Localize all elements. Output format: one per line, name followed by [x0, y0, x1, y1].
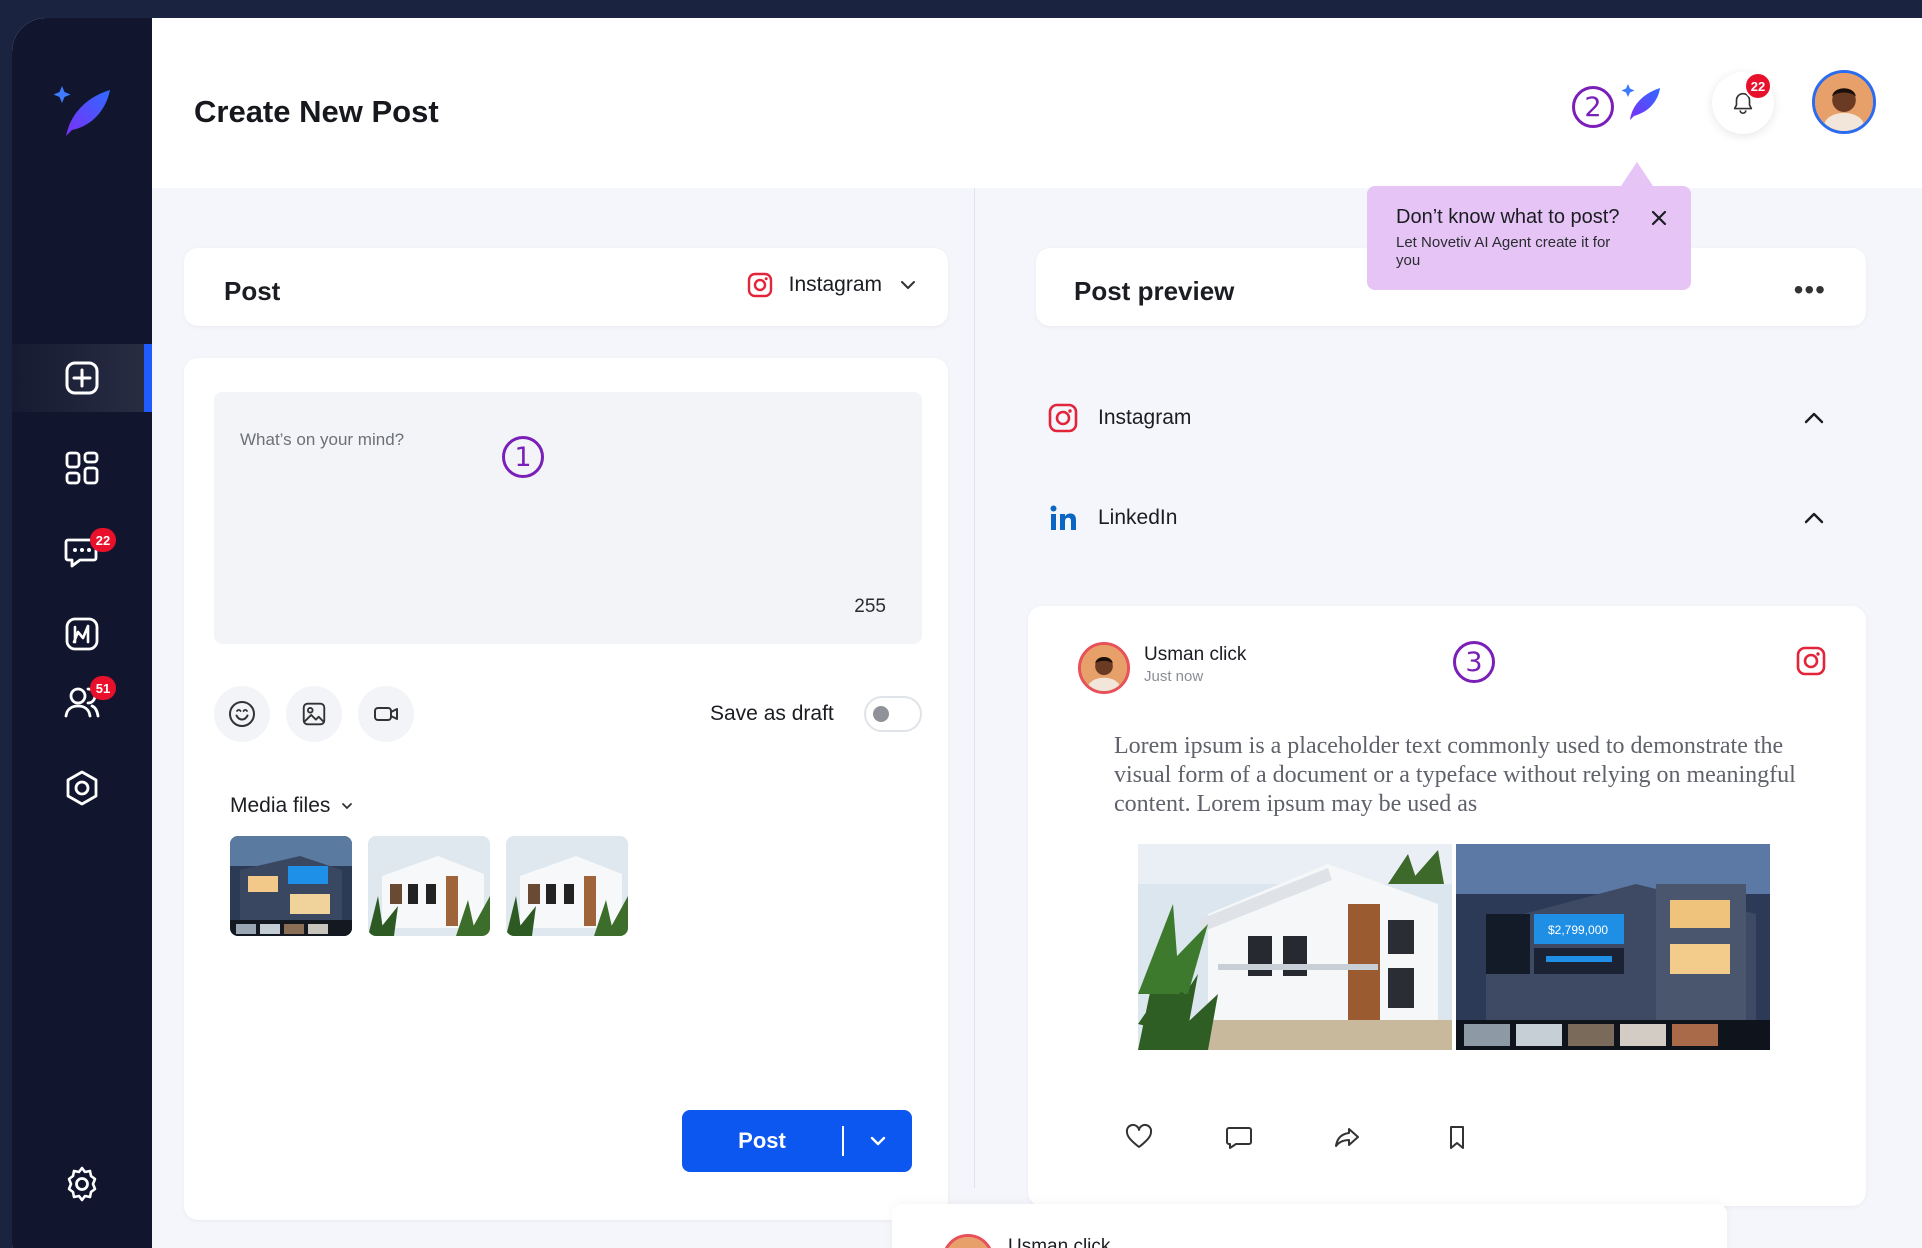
app-window: 22 51 Create New Post 2 22 Post Instagra… — [12, 18, 1922, 1248]
sidebar-item-automation[interactable] — [12, 754, 152, 822]
emoji-icon — [229, 701, 255, 727]
bookmark-icon[interactable] — [1442, 1122, 1472, 1152]
preview-platform-label: LinkedIn — [1098, 506, 1178, 529]
preview-platform-instagram[interactable]: Instagram — [1036, 388, 1866, 448]
preview-avatar — [942, 1234, 994, 1248]
instagram-icon — [1796, 646, 1826, 676]
preview-username: Usman click — [1144, 644, 1247, 665]
ai-agent-tooltip: Don’t know what to post? Let Novetiv AI … — [1367, 162, 1691, 290]
linkedin-icon — [1050, 505, 1076, 530]
sidebar-item-messages[interactable]: 22 — [12, 518, 152, 586]
emoji-button[interactable] — [214, 686, 270, 742]
sidebar-item-create-post[interactable] — [12, 344, 152, 412]
preview-image[interactable] — [1138, 844, 1452, 1050]
save-draft-toggle[interactable] — [864, 696, 922, 732]
preview-post-text: Lorem ipsum is a placeholder text common… — [1114, 733, 1796, 817]
comment-icon[interactable] — [1224, 1122, 1254, 1152]
sidebar-item-settings[interactable] — [12, 1150, 152, 1218]
preview-title: Post preview — [1074, 276, 1235, 306]
annotation-marker-3: 3 — [1453, 641, 1495, 683]
preview-avatar — [1078, 642, 1130, 694]
main-content: Post Instagram What’s on your mind? 255 … — [152, 188, 1922, 1248]
ai-feather-icon — [1621, 84, 1660, 120]
post-options-button[interactable] — [844, 1131, 912, 1151]
settings-icon — [67, 1166, 97, 1202]
sidebar-item-dashboard[interactable] — [12, 434, 152, 502]
preview-platform-label: Instagram — [1098, 406, 1192, 429]
post-text-input[interactable]: What’s on your mind? 255 — [214, 392, 922, 644]
video-icon — [374, 707, 398, 721]
preview-image[interactable]: $2,799,000 — [1456, 844, 1770, 1050]
chevron-up-icon — [1804, 512, 1824, 524]
video-upload-button[interactable] — [358, 686, 414, 742]
annotation-marker-1: 1 — [502, 436, 544, 478]
platform-dropdown-label: Instagram — [788, 273, 882, 296]
users-badge: 51 — [90, 676, 116, 700]
composer-header: Post Instagram — [184, 248, 948, 326]
chevron-down-icon — [870, 1136, 886, 1146]
sidebar: 22 51 — [12, 18, 152, 1248]
save-draft-label: Save as draft — [710, 702, 834, 725]
chevron-up-icon — [1804, 412, 1824, 424]
like-icon[interactable] — [1124, 1122, 1154, 1152]
logo-icon[interactable] — [50, 76, 120, 146]
char-count: 255 — [854, 596, 886, 617]
tooltip-title: Don’t know what to post? — [1396, 206, 1620, 228]
media-files-label: Media files — [230, 794, 331, 817]
media-thumbnail[interactable] — [230, 836, 352, 936]
annotation-marker-2: 2 — [1572, 86, 1614, 128]
grid-icon — [65, 451, 99, 485]
instagram-icon — [747, 272, 772, 298]
image-icon — [302, 702, 326, 726]
post-preview-card: Usman click Just now 3 Lorem ipsum is a … — [1028, 606, 1866, 1206]
preview-timestamp: Just now — [1144, 668, 1204, 685]
chevron-down-icon — [342, 803, 353, 810]
notifications-button[interactable]: 22 — [1712, 72, 1774, 134]
sidebar-item-users[interactable]: 51 — [12, 668, 152, 736]
plus-square-icon — [65, 361, 99, 395]
image-upload-button[interactable] — [286, 686, 342, 742]
post-button-label: Post — [738, 1128, 786, 1153]
header: Create New Post 2 22 — [152, 18, 1922, 188]
chart-icon — [65, 617, 99, 651]
chevron-down-icon — [901, 281, 915, 289]
tooltip-body: Let Novetiv AI Agent create it for you — [1396, 234, 1611, 269]
page-title: Create New Post — [194, 94, 439, 129]
post-button[interactable]: Post — [682, 1110, 912, 1172]
user-avatar[interactable] — [1812, 70, 1876, 134]
share-icon[interactable] — [1332, 1122, 1362, 1152]
composer-body: What’s on your mind? 255 1 Save as draft… — [184, 358, 948, 1220]
ai-agent-button[interactable] — [1620, 80, 1664, 124]
instagram-icon — [1048, 403, 1078, 433]
media-files-dropdown[interactable]: Media files — [230, 794, 354, 818]
next-preview-card: Usman click — [892, 1204, 1727, 1248]
post-text-placeholder: What’s on your mind? — [240, 430, 405, 449]
close-icon[interactable] — [1649, 208, 1669, 228]
platform-dropdown[interactable]: Instagram — [747, 272, 918, 298]
media-thumbnail[interactable] — [368, 836, 490, 936]
composer-title: Post — [224, 276, 281, 306]
preview-image-price: $2,799,000 — [1548, 923, 1608, 937]
messages-badge: 22 — [90, 528, 116, 552]
notifications-badge: 22 — [1744, 72, 1772, 100]
more-options-icon[interactable]: ••• — [1794, 274, 1826, 306]
preview-platform-linkedin[interactable]: LinkedIn — [1036, 488, 1866, 548]
column-divider — [974, 188, 975, 1188]
media-thumbnail[interactable] — [506, 836, 628, 936]
gear-badge-icon — [66, 770, 98, 806]
sidebar-item-analytics[interactable] — [12, 600, 152, 668]
preview-username: Usman click — [1008, 1236, 1111, 1248]
